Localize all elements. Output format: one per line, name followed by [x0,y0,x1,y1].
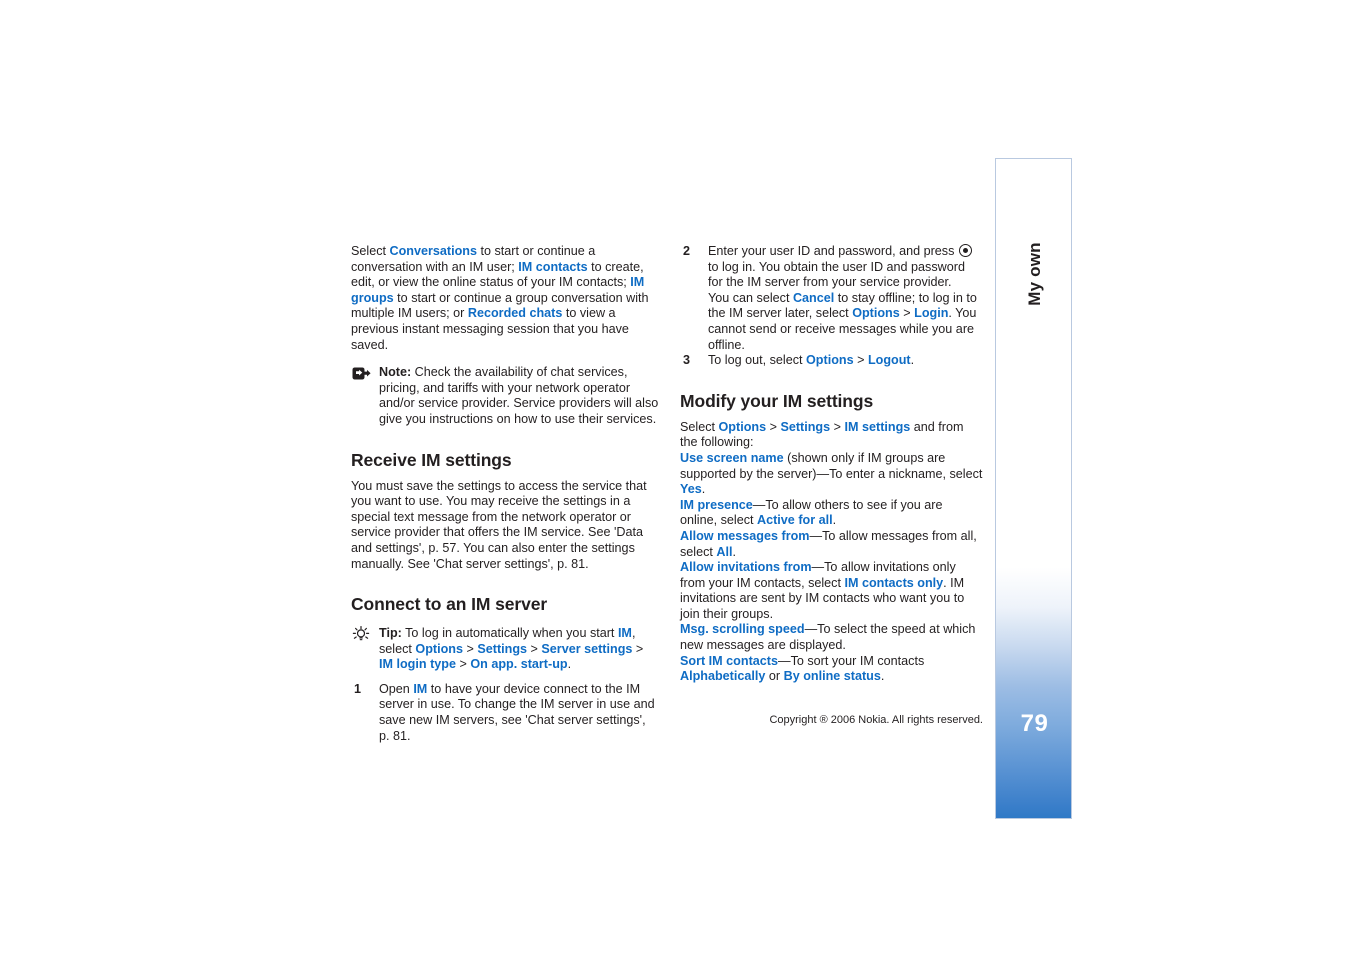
step-3-text: To log out, select Options > Logout. [708,353,914,367]
link-settings-modify: Settings [780,419,831,434]
left-text-column: Select Conversations to start or continu… [351,244,659,744]
tip-icon [351,626,371,642]
tip-t3: . [567,657,572,672]
setting-tail-5: . [880,669,885,684]
note-icon [352,367,371,381]
setting-name-0: Use screen name [680,450,784,465]
setting-value-5a: Alphabetically [680,669,766,684]
setting-name-5: Sort IM contacts [680,653,778,668]
chapter-side-tab: My own 79 [995,158,1072,819]
step-3-sep1: > [853,353,868,368]
link-im: IM [617,626,632,641]
link-im-login-type: IM login type [379,657,456,672]
heading-connect-to-im-server: Connect to an IM server [351,594,548,615]
link-options: Options [415,641,463,656]
setting-desc-5: —To sort your IM contacts [777,653,925,668]
setting-tail-1: . [832,513,837,528]
tip-sep3: > [632,641,644,656]
tip-sep2: > [527,641,542,656]
setting-value-3: IM contacts only [844,575,944,590]
setting-allow-invitations-from: Allow invitations from—To allow invitati… [680,560,983,622]
tip-callout: Tip: To log in automatically when you st… [351,626,659,673]
right-text-column: 2 Enter your user ID and password, and p… [680,244,983,685]
tip-t1: To log in automatically when you start [401,626,618,641]
link-im-open: IM [413,681,428,696]
link-cancel: Cancel [792,290,835,305]
step-2-sep1: > [899,306,915,321]
setting-im-presence: IM presence—To allow others to see if yo… [680,498,983,529]
intro-t1: Select [351,244,390,258]
setting-mid-5: or [765,669,784,684]
link-im-contacts: IM contacts [518,259,588,274]
setting-name-1: IM presence [680,497,753,512]
step-1-text: Open IM to have your device connect to t… [379,682,655,743]
link-on-app-start-up: On app. start-up [470,657,568,672]
step-3-number: 3 [683,353,691,368]
link-recorded-chats: Recorded chats [467,306,563,321]
modify-t1: Select [680,419,719,434]
step-1-number: 1 [354,681,362,696]
receive-body-paragraph: You must save the settings to access the… [351,478,647,571]
note-text: Check the availability of chat services,… [379,365,659,426]
step-3-t1: To log out, select [708,353,807,368]
link-conversations: Conversations [389,244,477,258]
tip-body: Tip: To log in automatically when you st… [379,626,643,671]
heading-modify-im-settings: Modify your IM settings [680,390,874,411]
step-2-t1: Enter your user ID and password, and pre… [708,244,958,258]
link-settings: Settings [477,641,528,656]
setting-value-1: Active for all [757,513,833,528]
note-callout: Note: Check the availability of chat ser… [351,365,659,427]
setting-use-screen-name: Use screen name (shown only if IM groups… [680,451,983,498]
page-number: 79 [1020,710,1049,737]
link-im-settings: IM settings [844,419,911,434]
setting-msg-scrolling-speed: Msg. scrolling speed—To select the speed… [680,622,983,653]
step-2-t3: You can select [708,290,793,305]
modify-sep1: > [766,419,781,434]
setting-name-3: Allow invitations from [680,560,812,575]
tip-sep1: > [462,641,478,656]
note-body: Note: Check the availability of chat ser… [379,365,658,426]
setting-name-4: Msg. scrolling speed [680,622,805,637]
setting-tail-0: . [701,482,706,497]
step-1-t1: Open [379,681,414,696]
document-page: My own 79 Select Conversations to start … [0,0,1351,954]
copyright-notice: Copyright ® 2006 Nokia. All rights reser… [769,714,983,726]
step-1: 1 Open IM to have your device connect to… [351,682,659,744]
setting-value-2: All [716,544,733,559]
chapter-tab-text: My own [1024,242,1044,306]
link-server-settings: Server settings [541,641,633,656]
note-label: Note: [379,365,412,380]
setting-tail-2: . [732,544,737,559]
step-2: 2 Enter your user ID and password, and p… [680,244,983,353]
heading-receive-im-settings: Receive IM settings [351,449,512,470]
step-3-t2: . [910,353,915,368]
setting-value-0: Yes [680,482,702,497]
chapter-tab-label: My own [996,159,1073,389]
tip-label: Tip: [379,626,402,641]
link-options-login: Options [852,306,900,321]
setting-value-5b: By online status [783,669,881,684]
link-options-modify: Options [718,419,767,434]
step-2-number: 2 [683,244,691,258]
link-logout: Logout [867,353,911,368]
step-3: 3 To log out, select Options > Logout. [680,353,983,369]
step-2-t2: to log in. You obtain the user ID and pa… [708,259,965,290]
link-options-logout: Options [806,353,854,368]
setting-sort-im-contacts: Sort IM contacts—To sort your IM contact… [680,654,983,685]
setting-name-2: Allow messages from [680,528,810,543]
link-login: Login [914,306,949,321]
tip-sep4: > [455,657,471,672]
modify-sep2: > [830,419,845,434]
step-2-text: Enter your user ID and password, and pre… [708,244,977,352]
intro-paragraph: Select Conversations to start or continu… [351,244,659,353]
setting-allow-messages-from: Allow messages from—To allow messages fr… [680,529,983,560]
modify-intro-paragraph: Select Options > Settings > IM settings … [680,420,983,451]
scroll-key-icon [958,244,972,257]
